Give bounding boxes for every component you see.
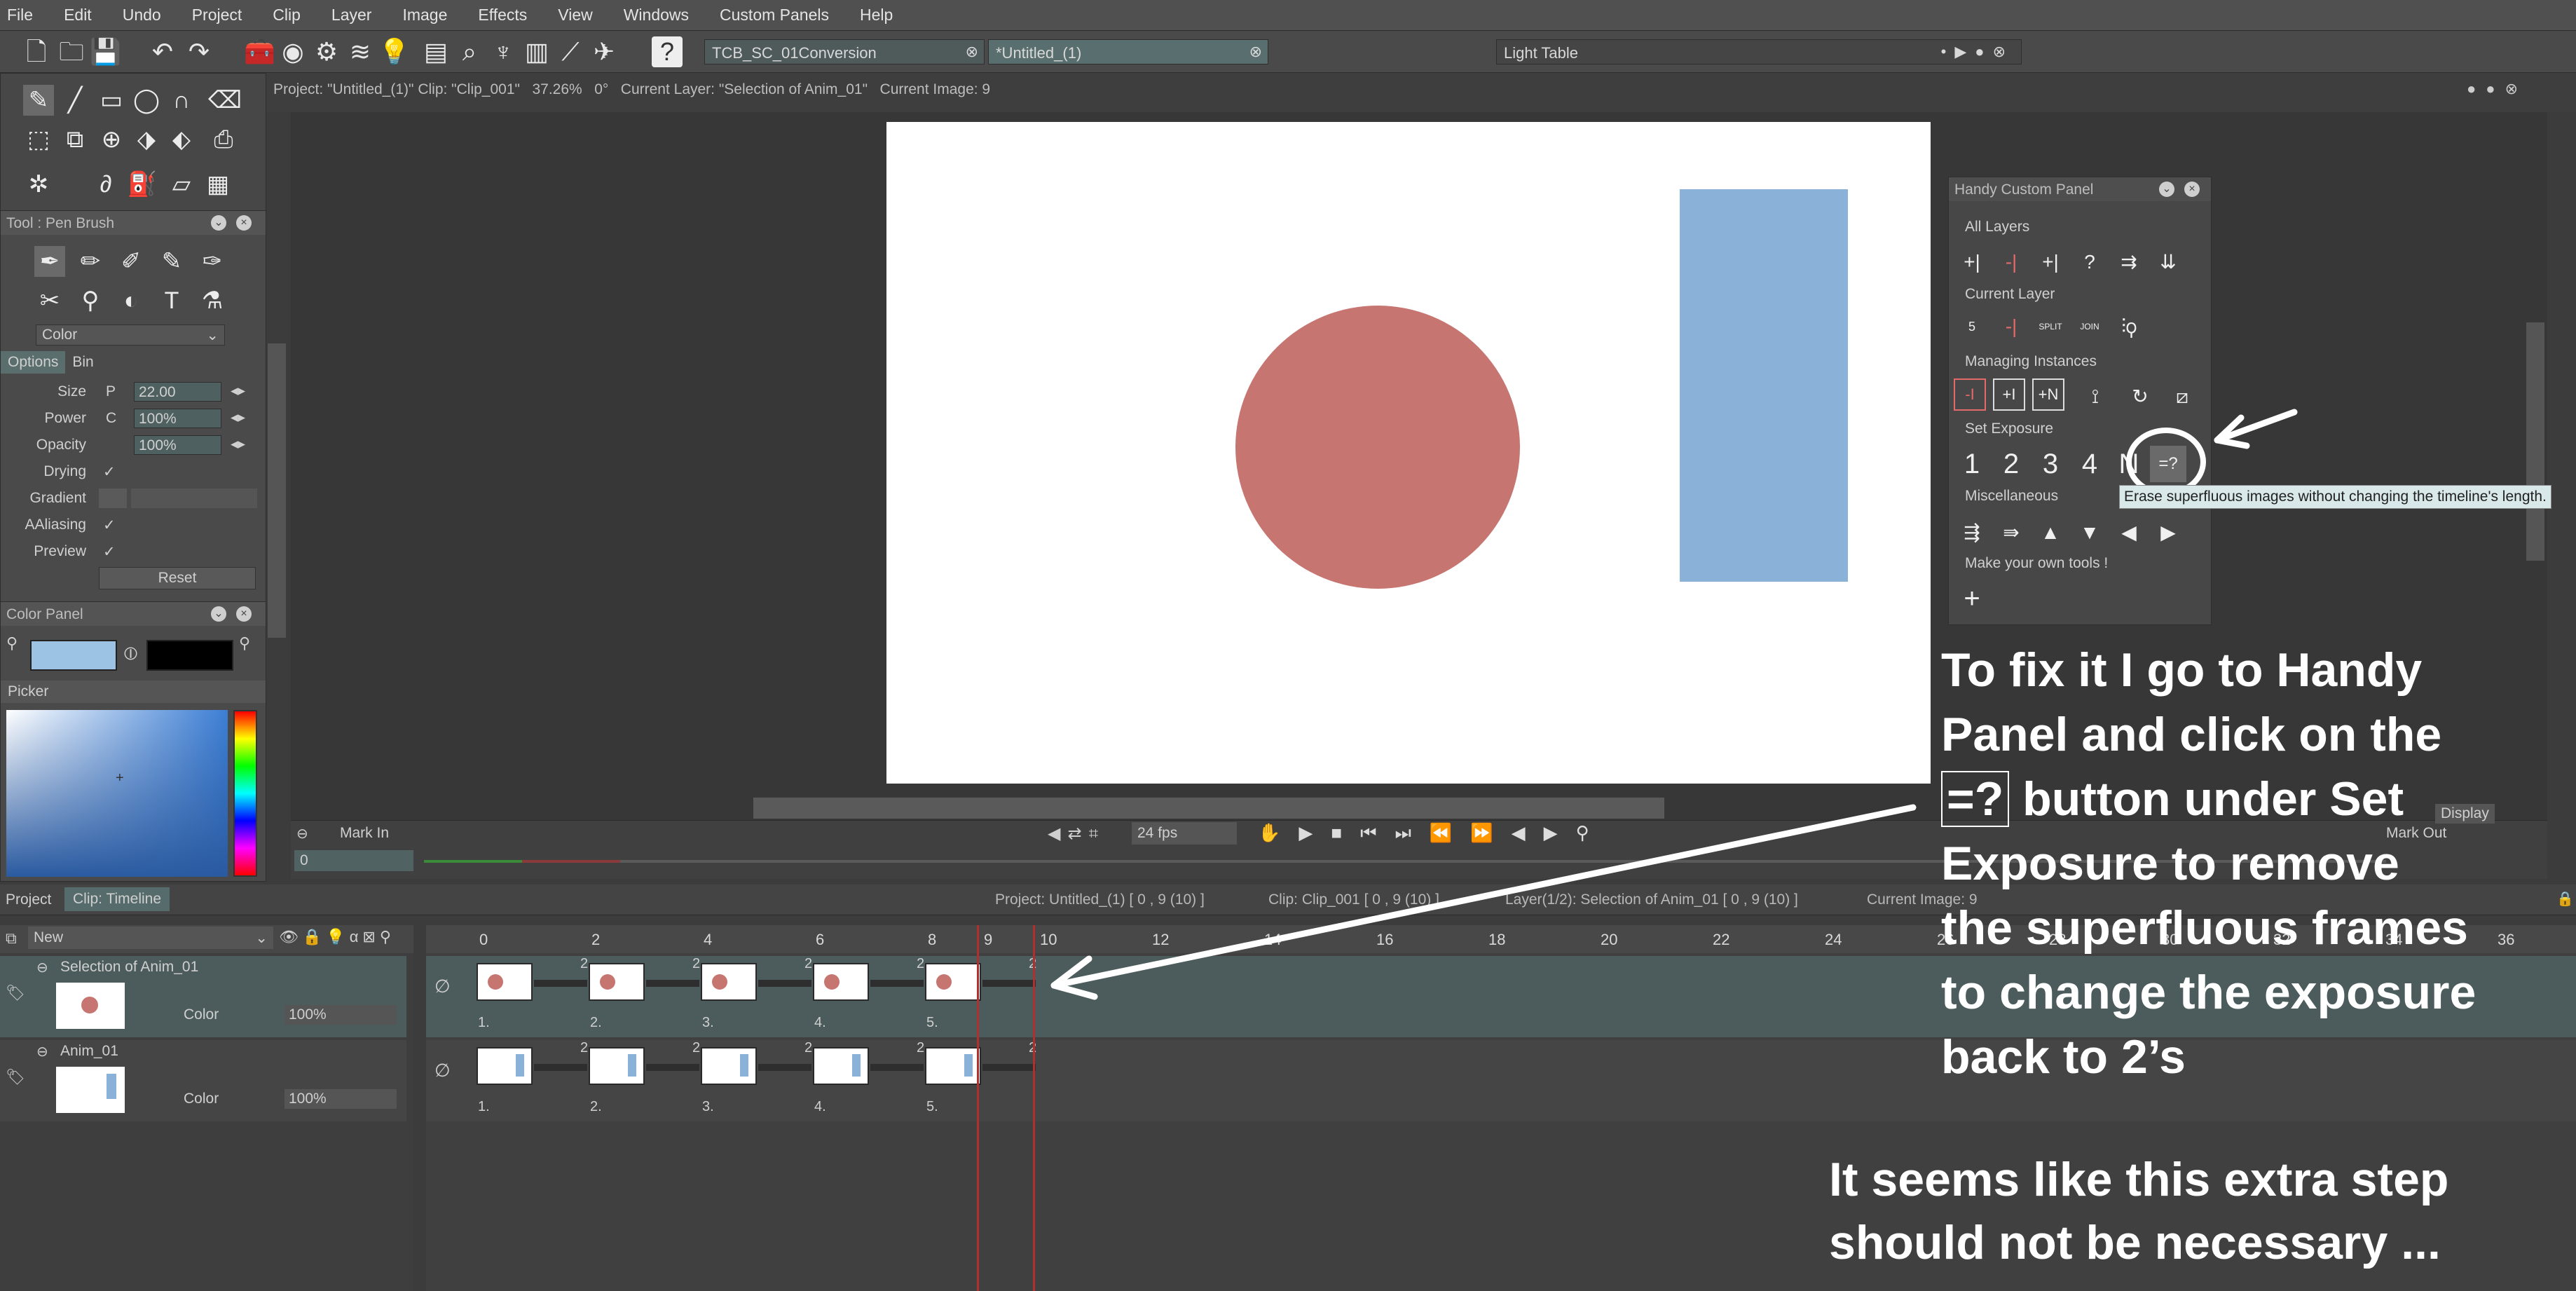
annotation-line: should not be necessary ... [1829,1216,2441,1269]
annotation-line: Panel and click on the [1941,708,2442,761]
annotation-note: It seems like this extra step should not… [1829,1148,2448,1274]
annotation-line: to change the exposure [1941,966,2476,1019]
annotation-main: To fix it I go to Handy Panel and click … [1941,638,2476,1089]
annotation-line: Exposure to remove [1941,837,2399,890]
annotation-line: the superfluous frames [1941,901,2468,955]
annotation-button-glyph: =? [1941,771,2010,827]
annotation-line: =? button under Set [1941,767,2476,831]
annotation-line-rest: button under Set [2022,772,2404,826]
annotation-line: To fix it I go to Handy [1941,643,2423,697]
annotation-line: It seems like this extra step [1829,1153,2449,1206]
annotation-line: back to 2’s [1941,1030,2186,1084]
